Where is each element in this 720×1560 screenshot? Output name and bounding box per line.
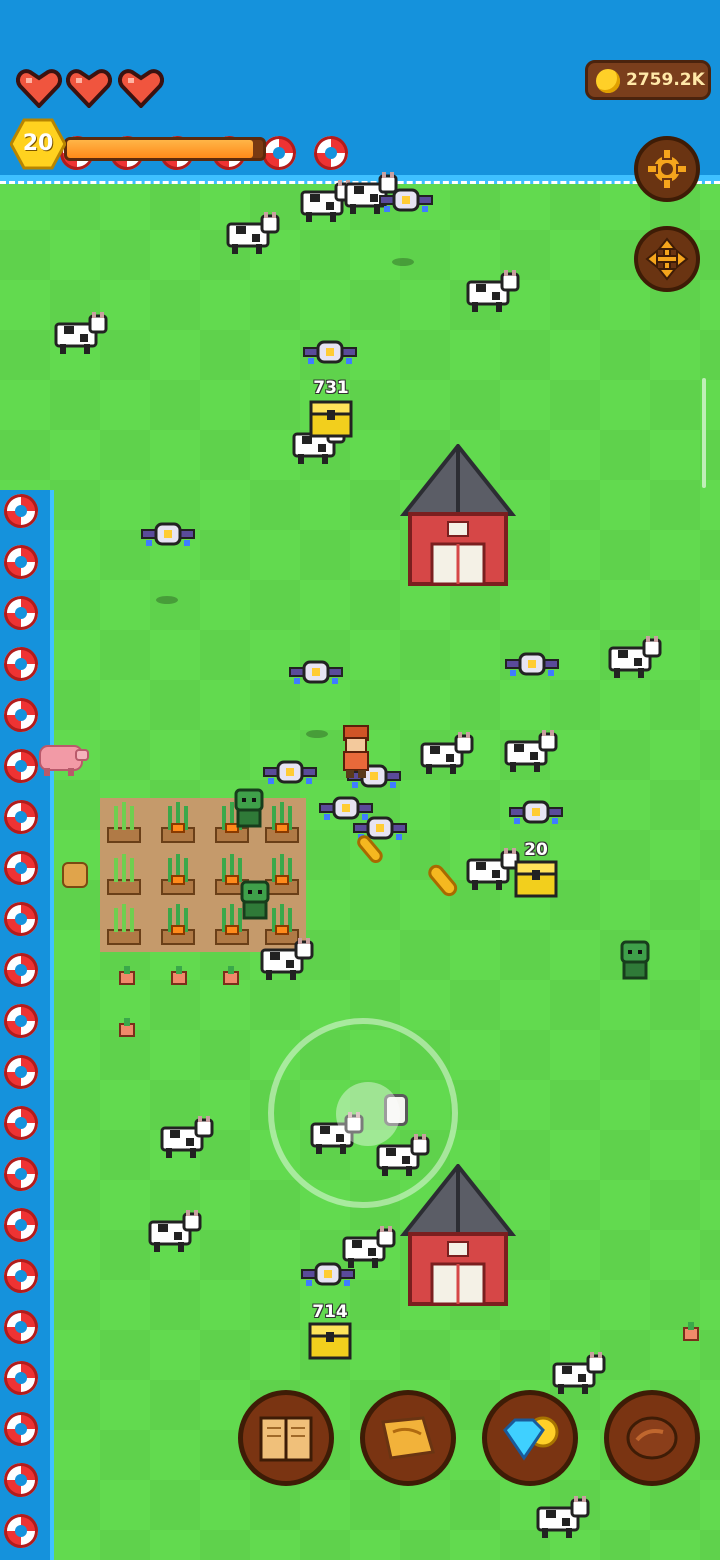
barn[interactable] [399,442,517,590]
buoy [4,851,38,885]
joystick-knob[interactable] [336,1082,400,1146]
buoy [4,1259,38,1293]
buoy [262,136,296,170]
carrot-crop[interactable] [158,800,198,844]
treasure-chest[interactable] [308,1320,352,1360]
buoy [4,1463,38,1497]
goblin-enemy[interactable] [618,940,652,982]
cow[interactable] [222,212,280,256]
meat-icon [626,1416,678,1460]
drone-helper[interactable] [300,1260,356,1290]
cow[interactable] [548,1352,606,1396]
buoy [4,1310,38,1344]
coin-amount: 2759.2K [626,70,705,90]
cow[interactable] [500,730,558,774]
map-scroll-icon [381,1416,435,1460]
carrot-crop[interactable] [158,902,198,946]
drone-helper[interactable] [378,186,434,216]
shop-button[interactable] [482,1390,578,1486]
move-arrows-icon [645,237,689,281]
buoy [4,698,38,732]
heart-icon [65,68,113,109]
drone-helper[interactable] [508,798,564,828]
buoy [4,749,38,783]
carrot-sprout[interactable] [680,1320,702,1344]
buoy [4,800,38,834]
goblin-enemy[interactable] [232,788,266,830]
goblin-enemy[interactable] [238,880,272,922]
buoy [4,1157,38,1191]
carrot-sprout[interactable] [116,964,138,988]
cow[interactable] [156,1116,214,1160]
chest-value: 20 [524,840,548,860]
meat-button[interactable] [604,1390,700,1486]
chest-value: 714 [312,1302,348,1322]
buoy [4,1208,38,1242]
book-button[interactable] [238,1390,334,1486]
treasure-chest[interactable] [514,858,558,898]
scroll-indicator [702,378,706,488]
shadow [392,258,414,266]
level-number: 20 [22,131,54,156]
move-button[interactable] [634,226,700,292]
heart-icon [117,68,165,109]
buoy [4,1361,38,1395]
carrot-sprout[interactable] [116,1016,138,1040]
virtual-joystick[interactable] [268,1018,458,1208]
drone-helper[interactable] [302,338,358,368]
buoy [4,647,38,681]
drone-helper[interactable] [504,650,560,680]
buoy [4,545,38,579]
buoy [4,494,38,528]
carrot-sprout[interactable] [220,964,242,988]
buoy [314,136,348,170]
cow[interactable] [256,938,314,982]
wheat-crop[interactable] [104,852,144,896]
wheat-crop[interactable] [104,800,144,844]
cow[interactable] [604,636,662,680]
level-badge: 20 [10,118,66,170]
cow[interactable] [532,1496,590,1540]
buoy [4,596,38,630]
drone-helper[interactable] [288,658,344,688]
bread-item[interactable] [62,862,88,888]
buoy [4,902,38,936]
map-button[interactable] [360,1390,456,1486]
heart-icon [15,68,63,109]
buoy [4,1004,38,1038]
chest-value: 731 [313,378,349,398]
treasure-chest[interactable] [309,398,353,438]
buoy [4,1055,38,1089]
drone-helper[interactable] [262,758,318,788]
drone-helper[interactable] [140,520,196,550]
shadow [306,730,328,738]
buoy [4,1106,38,1140]
book-icon [259,1416,313,1462]
pig[interactable] [34,740,90,778]
cow[interactable] [416,732,474,776]
gem-coin-icon [503,1416,559,1461]
shadow [156,596,178,604]
coin-counter: 2759.2K [585,60,711,100]
cow[interactable] [50,312,108,356]
wheat-crop[interactable] [104,902,144,946]
gear-icon [646,148,688,190]
carrot-sprout[interactable] [168,964,190,988]
carrot-crop[interactable] [262,800,302,844]
cow[interactable] [144,1210,202,1254]
buoy [4,1514,38,1548]
carrot-crop[interactable] [158,852,198,896]
coin-icon [596,69,620,93]
cow[interactable] [462,270,520,314]
xp-bar-fill [67,140,254,158]
buoy [4,1412,38,1446]
game-world[interactable]: 731 20 714 [0,0,720,1560]
settings-button[interactable] [634,136,700,202]
buoy [4,953,38,987]
xp-bar [64,137,266,161]
player-character[interactable] [336,724,376,780]
